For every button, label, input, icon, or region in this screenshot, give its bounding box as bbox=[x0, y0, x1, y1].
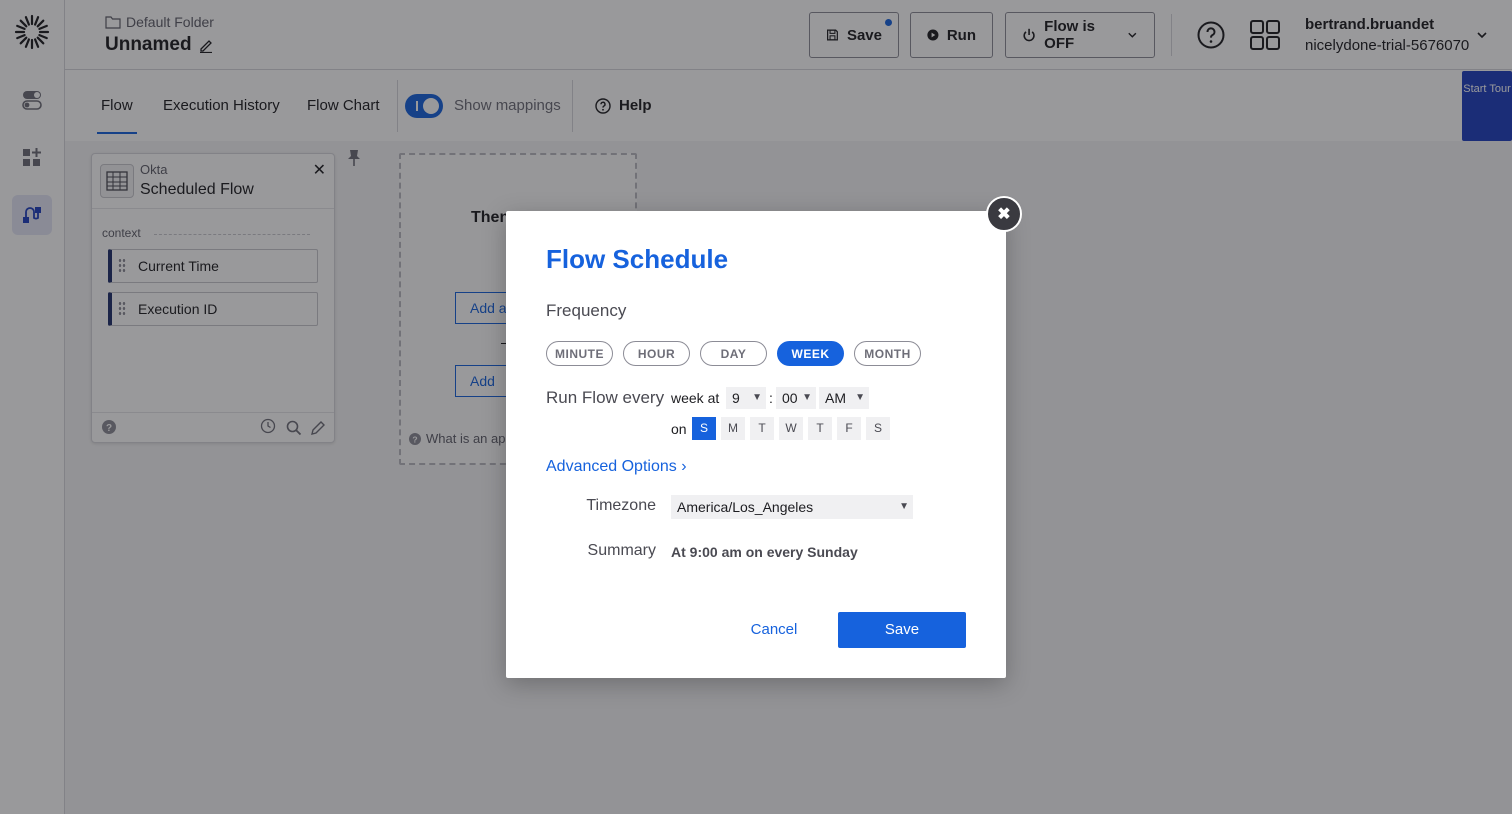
dialog-save-button[interactable]: Save bbox=[838, 612, 966, 648]
hour-value: 9 bbox=[732, 390, 740, 406]
day-tuesday[interactable]: T bbox=[750, 417, 774, 440]
summary-label: Summary bbox=[587, 542, 656, 559]
minute-select[interactable]: 00 ▼ bbox=[776, 387, 816, 409]
chevron-right-icon: › bbox=[681, 458, 687, 475]
minute-value: 00 bbox=[782, 390, 798, 406]
day-wednesday[interactable]: W bbox=[779, 417, 803, 440]
dialog-title: Flow Schedule bbox=[546, 244, 729, 274]
timezone-value: America/Los_Angeles bbox=[677, 499, 814, 515]
cancel-button[interactable]: Cancel bbox=[732, 612, 816, 648]
frequency-minute-button[interactable]: MINUTE bbox=[546, 341, 613, 366]
caret-down-icon: ▼ bbox=[752, 392, 762, 403]
close-dialog-icon[interactable]: ✖ bbox=[986, 196, 1022, 232]
advanced-options-link[interactable]: Advanced Options › bbox=[546, 458, 687, 476]
day-sunday[interactable]: S bbox=[692, 417, 716, 440]
week-at-label: week at bbox=[671, 390, 720, 406]
timezone-label: Timezone bbox=[586, 497, 656, 514]
frequency-month-button[interactable]: MONTH bbox=[854, 341, 921, 366]
frequency-week-button[interactable]: WEEK bbox=[777, 341, 844, 366]
day-monday[interactable]: M bbox=[721, 417, 745, 440]
ampm-value: AM bbox=[825, 390, 846, 406]
ampm-select[interactable]: AM ▼ bbox=[819, 387, 869, 409]
day-saturday[interactable]: S bbox=[866, 417, 890, 440]
run-every-label: Run Flow every bbox=[546, 388, 665, 407]
on-label: on bbox=[671, 421, 687, 437]
summary-value: At 9:00 am on every Sunday bbox=[671, 544, 858, 560]
frequency-hour-button[interactable]: HOUR bbox=[623, 341, 690, 366]
timezone-select[interactable]: America/Los_Angeles ▼ bbox=[671, 495, 913, 519]
frequency-day-button[interactable]: DAY bbox=[700, 341, 767, 366]
flow-schedule-dialog: Flow Schedule Frequency MINUTE HOUR DAY … bbox=[506, 211, 1006, 678]
caret-down-icon: ▼ bbox=[855, 392, 865, 403]
day-friday[interactable]: F bbox=[837, 417, 861, 440]
hour-select[interactable]: 9 ▼ bbox=[726, 387, 766, 409]
advanced-options-label: Advanced Options bbox=[546, 458, 677, 475]
time-separator: : bbox=[769, 390, 773, 406]
caret-down-icon: ▼ bbox=[802, 392, 812, 403]
caret-down-icon: ▼ bbox=[899, 501, 909, 512]
frequency-label: Frequency bbox=[546, 301, 627, 320]
day-thursday[interactable]: T bbox=[808, 417, 832, 440]
